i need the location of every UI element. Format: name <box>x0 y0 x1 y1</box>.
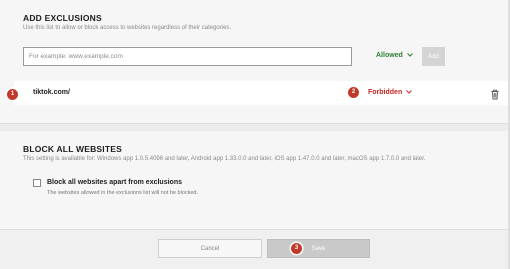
section-divider <box>0 123 510 124</box>
block-all-title: BLOCK ALL WEBSITES <box>23 144 122 154</box>
add-exclusion-button[interactable]: Add <box>422 47 445 66</box>
cancel-button[interactable]: Cancel <box>158 239 262 258</box>
block-all-checkbox[interactable] <box>33 179 41 187</box>
exclusion-url: tiktok.com/ <box>33 89 70 96</box>
exclusion-status-label: Forbidden <box>368 89 403 96</box>
save-button[interactable]: Save <box>267 239 370 258</box>
chevron-down-icon <box>406 89 413 96</box>
block-all-checkbox-hint: The websites allowed in the exclusions l… <box>47 190 199 196</box>
step-marker: 3 <box>291 243 302 254</box>
access-mode-dropdown[interactable]: Allowed <box>376 52 413 59</box>
exclusion-status-dropdown[interactable]: Forbidden <box>368 89 413 96</box>
step-marker: 1 <box>7 89 18 100</box>
access-mode-label: Allowed <box>376 52 403 59</box>
add-exclusions-description: Use this list to allow or block access t… <box>23 25 232 31</box>
block-all-checkbox-label: Block all websites apart from exclusions <box>47 179 182 186</box>
chevron-down-icon <box>406 52 413 59</box>
block-all-description: This setting is available for: Windows a… <box>23 156 426 162</box>
add-exclusions-title: ADD EXCLUSIONS <box>23 13 102 23</box>
exclusion-url-input[interactable] <box>23 47 352 66</box>
exclusion-row: tiktok.com/ Forbidden <box>14 81 509 105</box>
step-marker: 2 <box>348 87 359 98</box>
trash-icon[interactable] <box>490 87 500 100</box>
